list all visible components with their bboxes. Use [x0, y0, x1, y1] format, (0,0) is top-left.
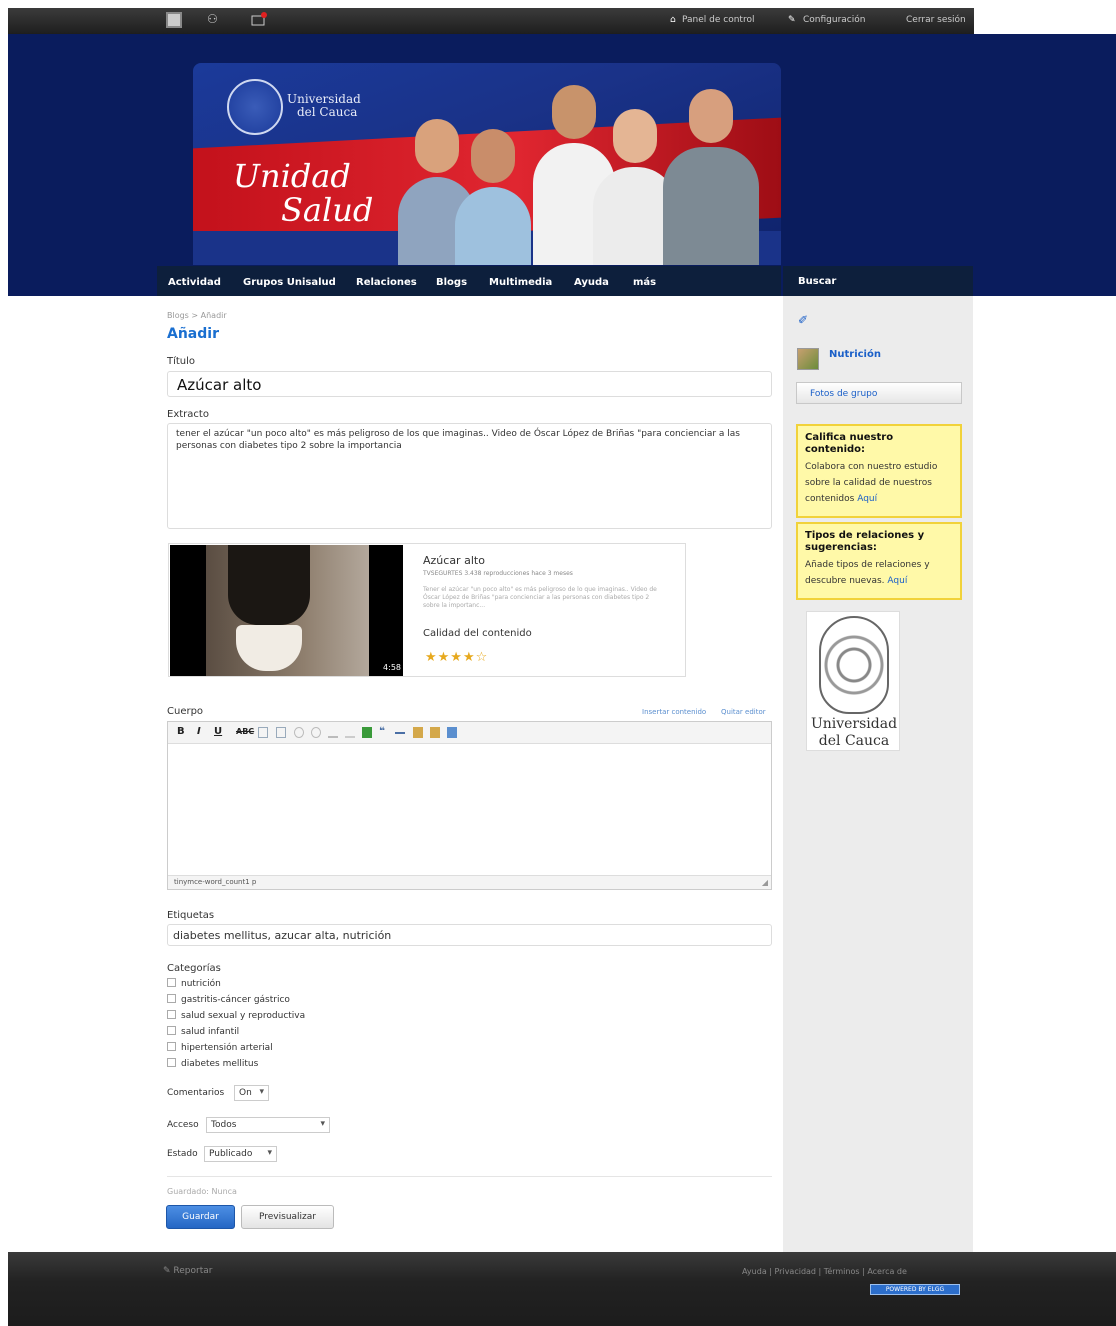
messages-icon[interactable]	[251, 12, 267, 28]
categories-label: Categorías	[167, 963, 221, 974]
redo-icon[interactable]	[311, 727, 321, 738]
rate-content-link[interactable]: Aquí	[857, 494, 877, 504]
pin-icon[interactable]: ✐	[798, 313, 808, 327]
status-label: Estado	[167, 1149, 198, 1159]
unlink-icon[interactable]	[345, 727, 355, 738]
link-icon[interactable]	[328, 727, 338, 738]
preview-button[interactable]: Previsualizar	[241, 1205, 334, 1229]
brand-line1: Unidad	[233, 157, 351, 195]
editor-statusbar: tinymce-word_count1 p ◢	[168, 875, 771, 889]
bullet-list-icon[interactable]	[258, 727, 268, 738]
numbered-list-icon[interactable]	[276, 727, 286, 738]
comments-select[interactable]: On	[234, 1085, 269, 1101]
page-title: Añadir	[167, 326, 219, 342]
access-select[interactable]: Todos	[206, 1117, 330, 1133]
image-icon[interactable]	[362, 727, 372, 738]
paste-icon[interactable]	[413, 727, 423, 738]
tags-input[interactable]: diabetes mellitus, azucar alta, nutrició…	[167, 924, 772, 946]
logout-link[interactable]: Cerrar sesión	[906, 15, 966, 25]
site-banner[interactable]: Universidad del Cauca Unidad Salud	[193, 63, 781, 265]
university-name: Universidad del Cauca	[287, 92, 361, 119]
nav-item-ayuda[interactable]: Ayuda	[574, 277, 609, 288]
category-checkbox[interactable]: hipertensión arterial	[167, 1042, 273, 1053]
bold-button[interactable]: B	[177, 726, 185, 737]
nav-item-actividad[interactable]: Actividad	[168, 277, 221, 288]
nav-item-multimedia[interactable]: Multimedia	[489, 277, 552, 288]
excerpt-textarea[interactable]: tener el azúcar "un poco alto" es más pe…	[167, 423, 772, 529]
powered-by-badge[interactable]: POWERED BY ELGG	[870, 1284, 960, 1295]
strikethrough-button[interactable]: ABC	[236, 727, 254, 736]
star-rating[interactable]: ★★★★☆	[425, 650, 488, 665]
comments-label: Comentarios	[167, 1088, 225, 1098]
main-nav: Actividad Grupos Unisalud Relaciones Blo…	[157, 266, 781, 296]
video-quality-label: Calidad del contenido	[423, 628, 532, 639]
doctor-figure	[663, 89, 759, 265]
doctor-figure	[455, 129, 531, 265]
editor-toolbar: B I U ABC ❝	[168, 722, 771, 744]
nav-item-relaciones[interactable]: Relaciones	[356, 277, 417, 288]
group-avatar[interactable]	[797, 348, 819, 370]
topbar: ⚇ ⌂ Panel de control ✎ Configuración Cer…	[8, 8, 974, 34]
search-tab[interactable]: Buscar	[783, 266, 973, 296]
undo-icon[interactable]	[294, 727, 304, 738]
insert-content-link[interactable]: Insertar contenido	[642, 708, 706, 716]
category-checkbox[interactable]: diabetes mellitus	[167, 1058, 258, 1069]
body-editor[interactable]: B I U ABC ❝ tinymce-word_count1 p ◢	[167, 721, 772, 890]
video-embed[interactable]: 4:58 Azúcar alto TVSEGURTES 3.438 reprod…	[168, 543, 686, 677]
group-name-link[interactable]: Nutrición	[829, 349, 881, 360]
nav-item-grupos[interactable]: Grupos Unisalud	[243, 277, 336, 288]
video-title[interactable]: Azúcar alto	[423, 554, 485, 567]
wrench-icon: ✎	[788, 15, 796, 25]
paste-text-icon[interactable]	[430, 727, 440, 738]
save-button[interactable]: Guardar	[166, 1205, 235, 1229]
rate-content-box: Califica nuestro contenido: Colabora con…	[796, 424, 962, 518]
editor-path: tinymce-word_count1 p	[174, 878, 257, 886]
university-crest[interactable]: Universidad del Cauca	[806, 611, 900, 751]
italic-button[interactable]: I	[197, 726, 201, 737]
control-panel-link[interactable]: Panel de control	[682, 15, 754, 25]
form-divider	[167, 1176, 772, 1177]
friends-icon[interactable]: ⚇	[207, 12, 223, 28]
nav-item-mas[interactable]: más	[633, 277, 656, 288]
brand-line2: Salud	[281, 191, 374, 229]
group-photos-button[interactable]: Fotos de grupo	[796, 382, 962, 404]
nav-item-blogs[interactable]: Blogs	[436, 277, 467, 288]
fullscreen-icon[interactable]	[447, 727, 457, 738]
title-input[interactable]: Azúcar alto	[167, 371, 772, 397]
video-thumbnail[interactable]: 4:58	[170, 545, 403, 676]
resize-handle-icon[interactable]: ◢	[762, 878, 768, 887]
home-icon: ⌂	[670, 15, 676, 25]
video-description: Tener el azúcar "un poco alto" es más pe…	[423, 586, 657, 609]
category-checkbox[interactable]: salud infantil	[167, 1026, 239, 1037]
saved-status: Guardado: Nunca	[167, 1187, 237, 1196]
relation-types-box: Tipos de relaciones y sugerencias: Añade…	[796, 522, 962, 600]
access-label: Acceso	[167, 1120, 199, 1130]
crest-shield-icon	[819, 616, 889, 714]
video-meta: TVSEGURTES 3.438 reproducciones hace 3 m…	[423, 570, 573, 577]
report-icon: ✎	[163, 1266, 171, 1276]
university-logo	[227, 79, 283, 135]
blockquote-button[interactable]: ❝	[379, 726, 385, 737]
category-checkbox[interactable]: nutrición	[167, 978, 221, 989]
excerpt-label: Extracto	[167, 409, 209, 420]
category-checkbox[interactable]: salud sexual y reproductiva	[167, 1010, 305, 1021]
horizontal-rule-icon[interactable]	[395, 732, 405, 734]
breadcrumb[interactable]: Blogs > Añadir	[167, 311, 227, 320]
category-checkbox[interactable]: gastritis-cáncer gástrico	[167, 994, 290, 1005]
tags-label: Etiquetas	[167, 910, 215, 921]
remove-editor-link[interactable]: Quitar editor	[721, 708, 766, 716]
status-select[interactable]: Publicado	[204, 1146, 277, 1162]
underline-button[interactable]: U	[214, 726, 222, 737]
title-label: Título	[167, 356, 196, 367]
relation-types-link[interactable]: Aquí	[887, 576, 907, 586]
video-duration: 4:58	[383, 663, 401, 672]
body-label: Cuerpo	[167, 706, 204, 717]
profile-icon[interactable]	[166, 12, 182, 28]
settings-link[interactable]: Configuración	[803, 15, 865, 25]
footer-links[interactable]: Ayuda | Privacidad | Términos | Acerca d…	[742, 1267, 907, 1276]
report-link[interactable]: ✎ Reportar	[163, 1266, 212, 1276]
